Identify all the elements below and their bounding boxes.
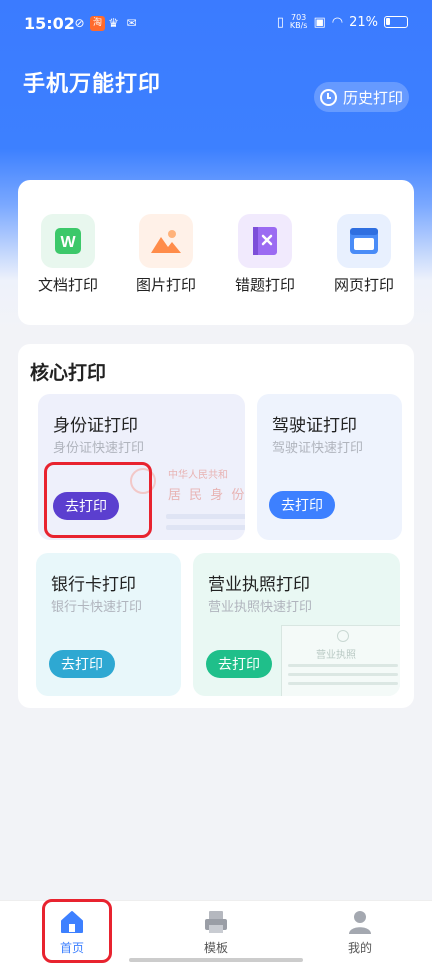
- app-title: 手机万能打印: [23, 72, 162, 97]
- app-notification-icon: 淘: [90, 16, 105, 31]
- go-print-button[interactable]: 去打印: [269, 491, 335, 519]
- word-doc-icon: W: [41, 214, 95, 268]
- quick-tools-card: W 文档打印 图片打印 错题打印 网页打印: [18, 180, 414, 325]
- highlight-box-home-tab: [42, 899, 112, 963]
- decoration-text: 中华人民共和: [168, 470, 228, 481]
- sim-icon: ▣: [313, 14, 326, 30]
- tab-mine[interactable]: 我的: [320, 909, 400, 956]
- history-print-label: 历史打印: [342, 88, 403, 107]
- tab-templates[interactable]: 模板: [176, 909, 256, 956]
- decoration-text: 营业执照: [316, 650, 356, 661]
- net-speed: 703 KB/s: [290, 14, 308, 30]
- emblem-icon: [337, 630, 349, 642]
- go-print-button[interactable]: 去打印: [49, 650, 115, 678]
- webpage-icon: [337, 214, 391, 268]
- tab-label: 我的: [347, 941, 372, 955]
- history-print-button[interactable]: 历史打印: [314, 82, 409, 112]
- home-indicator: [129, 958, 303, 962]
- tool-label: 错题打印: [234, 276, 295, 294]
- card-subtitle: 驾驶证快速打印: [272, 441, 364, 456]
- tab-label: 模板: [203, 941, 228, 955]
- template-icon: [205, 911, 227, 933]
- tool-wrong-question-print[interactable]: 错题打印: [225, 214, 305, 295]
- profile-icon: [349, 911, 371, 934]
- svg-text:W: W: [60, 234, 76, 251]
- decoration-lines: [166, 514, 245, 536]
- card-title: 驾驶证打印: [272, 416, 357, 436]
- card-subtitle: 银行卡快速打印: [51, 600, 143, 615]
- crown-icon: ♛: [108, 16, 119, 30]
- message-icon: ✉: [126, 16, 137, 30]
- card-title: 身份证打印: [53, 416, 138, 436]
- tool-label: 图片打印: [135, 276, 196, 294]
- card-title: 银行卡打印: [51, 575, 136, 595]
- image-icon: [139, 214, 193, 268]
- link-icon: ⊘: [74, 16, 85, 30]
- status-right: ▯ 703 KB/s ▣ ◠ 21%: [277, 14, 408, 30]
- go-print-button[interactable]: 去打印: [206, 650, 272, 678]
- tool-webpage-print[interactable]: 网页打印: [324, 214, 404, 295]
- highlight-box-id-print-button: [44, 462, 152, 538]
- clock-icon: [319, 88, 337, 106]
- wifi-icon: ◠: [331, 14, 344, 30]
- decoration-lines: [288, 664, 398, 691]
- tool-document-print[interactable]: W 文档打印: [28, 214, 108, 295]
- net-speed-unit: KB/s: [289, 21, 308, 30]
- bank-card-print-card[interactable]: 银行卡打印 银行卡快速打印 去打印: [36, 553, 181, 696]
- card-title: 营业执照打印: [208, 575, 310, 595]
- card-subtitle: 营业执照快速打印: [208, 600, 313, 615]
- card-subtitle: 身份证快速打印: [53, 441, 145, 456]
- status-bar: 15:02 ⊘ 淘 ♛ ✉ ▯ 703 KB/s ▣ ◠ 21%: [0, 0, 432, 50]
- battery-icon: [384, 16, 408, 28]
- driver-license-print-card[interactable]: 驾驶证打印 驾驶证快速打印 去打印: [257, 394, 402, 540]
- vibrate-icon: ▯: [276, 14, 284, 30]
- business-license-decoration: 营业执照: [281, 625, 400, 696]
- status-time: 15:02: [24, 14, 75, 33]
- battery-percent: 21%: [349, 14, 378, 30]
- wrong-question-book-icon: [238, 214, 292, 268]
- section-title: 核心打印: [30, 362, 107, 384]
- tool-image-print[interactable]: 图片打印: [126, 214, 206, 295]
- decoration-text: 居 民 身 份: [168, 488, 245, 503]
- business-license-print-card[interactable]: 营业执照打印 营业执照快速打印 营业执照 去打印: [193, 553, 400, 696]
- tool-label: 网页打印: [333, 276, 394, 294]
- tool-label: 文档打印: [37, 276, 98, 294]
